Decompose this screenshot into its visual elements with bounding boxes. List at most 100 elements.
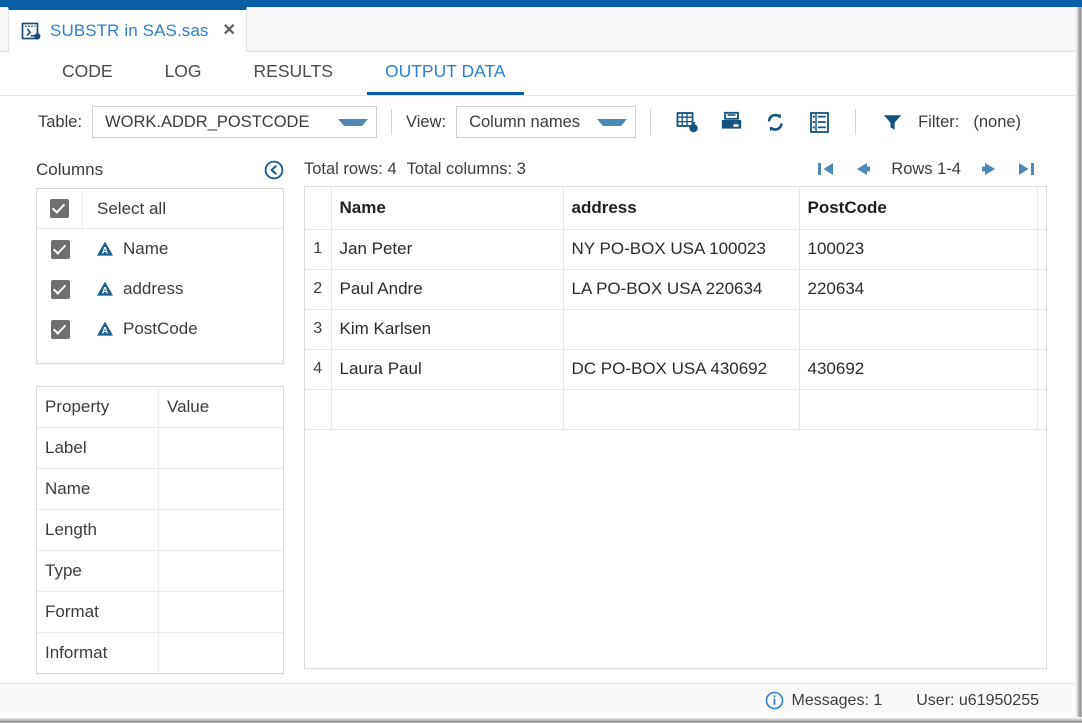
file-tab-strip: SUBSTR in SAS.sas ✕ bbox=[0, 7, 1075, 52]
column-header-name[interactable]: Name bbox=[331, 187, 564, 230]
grid-pager: Rows 1-4 bbox=[807, 156, 1045, 182]
cell-filler bbox=[1037, 309, 1046, 350]
sas-program-icon bbox=[21, 22, 41, 40]
refresh-icon[interactable] bbox=[760, 108, 790, 136]
tab-results[interactable]: RESULTS bbox=[228, 52, 359, 95]
cell-address[interactable]: LA PO-BOX USA 220634 bbox=[563, 269, 800, 310]
filter-icon[interactable] bbox=[877, 108, 907, 136]
file-tab-title: SUBSTR in SAS.sas bbox=[50, 21, 209, 40]
cell-name[interactable]: Jan Peter bbox=[331, 229, 564, 270]
close-icon[interactable]: ✕ bbox=[223, 23, 236, 39]
first-page-icon[interactable] bbox=[807, 156, 843, 182]
info-icon bbox=[765, 691, 783, 710]
tab-code[interactable]: CODE bbox=[36, 52, 139, 95]
cell-name[interactable]: Laura Paul bbox=[331, 349, 564, 390]
cell-filler bbox=[1037, 269, 1046, 310]
checkbox-cell[interactable] bbox=[37, 189, 83, 228]
last-page-icon[interactable] bbox=[1009, 156, 1045, 182]
cell-name[interactable]: Paul Andre bbox=[331, 269, 564, 310]
file-tab-substr-in-sas[interactable]: SUBSTR in SAS.sas ✕ bbox=[8, 7, 247, 52]
filter-value[interactable]: (none) bbox=[973, 113, 1021, 132]
property-key: Type bbox=[37, 551, 159, 591]
properties-table: Property Value Label Name Length Type Fo… bbox=[36, 386, 284, 674]
row-number: 4 bbox=[305, 349, 332, 390]
cell-postcode[interactable]: 220634 bbox=[799, 269, 1038, 310]
cell-address[interactable] bbox=[563, 309, 800, 350]
cell-filler bbox=[1037, 229, 1046, 270]
column-header-address[interactable]: address bbox=[563, 187, 800, 230]
checkbox-cell[interactable] bbox=[37, 269, 83, 309]
property-key: Name bbox=[37, 469, 159, 509]
column-row-select-all[interactable]: Select all bbox=[37, 189, 283, 229]
column-label: Name bbox=[123, 239, 169, 258]
columns-list: Select all A Name A address A PostCode bbox=[36, 188, 284, 364]
chevron-down-icon bbox=[597, 118, 628, 126]
cell-postcode[interactable]: 100023 bbox=[799, 229, 1038, 270]
property-row-format[interactable]: Format bbox=[37, 591, 283, 632]
columns-pane: Columns Select all A Name A address A Po… bbox=[36, 152, 284, 674]
table-row[interactable]: 1 Jan Peter NY PO-BOX USA 100023 100023 bbox=[305, 229, 1046, 270]
cell-name[interactable]: Kim Karlsen bbox=[331, 309, 564, 350]
svg-text:A: A bbox=[102, 245, 109, 255]
row-number: 2 bbox=[305, 269, 332, 310]
next-page-icon[interactable] bbox=[973, 156, 1009, 182]
cell-address[interactable]: NY PO-BOX USA 100023 bbox=[563, 229, 800, 270]
table-select[interactable]: WORK.ADDR_POSTCODE bbox=[92, 106, 378, 138]
collapse-left-icon[interactable] bbox=[264, 160, 284, 180]
table-row[interactable]: 4 Laura Paul DC PO-BOX USA 430692 430692 bbox=[305, 349, 1046, 390]
row-number: 1 bbox=[305, 229, 332, 270]
checkbox-checked-icon[interactable] bbox=[50, 199, 69, 218]
output-data-content: Columns Select all A Name A address A Po… bbox=[0, 148, 1075, 683]
print-icon[interactable] bbox=[716, 108, 746, 136]
property-row-informat[interactable]: Informat bbox=[37, 632, 283, 673]
column-list-icon[interactable] bbox=[804, 108, 834, 136]
status-bar: Messages: 1 User: u61950255 bbox=[0, 683, 1075, 717]
status-messages-label: Messages: 1 bbox=[791, 691, 883, 709]
property-row-length[interactable]: Length bbox=[37, 509, 283, 550]
column-row-address[interactable]: A address bbox=[37, 269, 283, 309]
window-right-edge bbox=[1075, 7, 1082, 723]
grid-info-bar: Total rows: 4 Total columns: 3 Rows 1-4 bbox=[304, 152, 1047, 186]
chevron-down-icon bbox=[338, 118, 369, 126]
checkbox-checked-icon[interactable] bbox=[50, 239, 70, 259]
tab-output-data[interactable]: OUTPUT DATA bbox=[359, 52, 532, 95]
status-messages[interactable]: Messages: 1 bbox=[765, 691, 883, 710]
properties-header-property: Property bbox=[37, 387, 159, 427]
cell-postcode[interactable] bbox=[799, 309, 1038, 350]
window-accent-bar bbox=[0, 0, 1082, 7]
view-select[interactable]: Column names bbox=[456, 106, 637, 138]
columns-pane-header: Columns bbox=[36, 152, 284, 188]
column-label: address bbox=[123, 279, 184, 298]
previous-page-icon[interactable] bbox=[843, 156, 879, 182]
checkbox-cell[interactable] bbox=[37, 309, 83, 349]
total-columns-label: Total columns: 3 bbox=[406, 159, 526, 178]
properties-header-value: Value bbox=[167, 397, 210, 416]
toolbar-divider bbox=[855, 109, 857, 135]
checkbox-checked-icon[interactable] bbox=[50, 279, 70, 299]
tab-log[interactable]: LOG bbox=[139, 52, 228, 95]
cell-postcode[interactable]: 430692 bbox=[799, 349, 1038, 390]
column-row-name[interactable]: A Name bbox=[37, 229, 283, 269]
total-rows-label: Total rows: 4 bbox=[304, 159, 397, 178]
data-grid[interactable]: Name address PostCode 1 Jan Peter NY PO-… bbox=[304, 186, 1047, 669]
select-all-label: Select all bbox=[97, 198, 166, 218]
property-row-label[interactable]: Label bbox=[37, 427, 283, 468]
column-header-postcode[interactable]: PostCode bbox=[799, 187, 1038, 230]
status-user: User: u61950255 bbox=[916, 692, 1039, 710]
checkbox-cell[interactable] bbox=[37, 229, 83, 269]
property-row-type[interactable]: Type bbox=[37, 550, 283, 591]
data-grid-pane: Total rows: 4 Total columns: 3 Rows 1-4 bbox=[304, 152, 1047, 669]
toolbar-divider bbox=[650, 109, 652, 135]
property-value bbox=[159, 469, 283, 509]
table-row-empty bbox=[305, 389, 1046, 430]
checkbox-checked-icon[interactable] bbox=[50, 319, 70, 339]
table-row[interactable]: 3 Kim Karlsen bbox=[305, 309, 1046, 350]
columns-list-spacer bbox=[37, 349, 283, 363]
table-header-row: Name address PostCode bbox=[305, 187, 1046, 230]
property-row-name[interactable]: Name bbox=[37, 468, 283, 509]
table-row[interactable]: 2 Paul Andre LA PO-BOX USA 220634 220634 bbox=[305, 269, 1046, 310]
open-table-properties-icon[interactable] bbox=[672, 108, 702, 136]
cell-address[interactable]: DC PO-BOX USA 430692 bbox=[563, 349, 800, 390]
column-row-postcode[interactable]: A PostCode bbox=[37, 309, 283, 349]
section-tab-bar: CODE LOG RESULTS OUTPUT DATA bbox=[0, 52, 1075, 96]
